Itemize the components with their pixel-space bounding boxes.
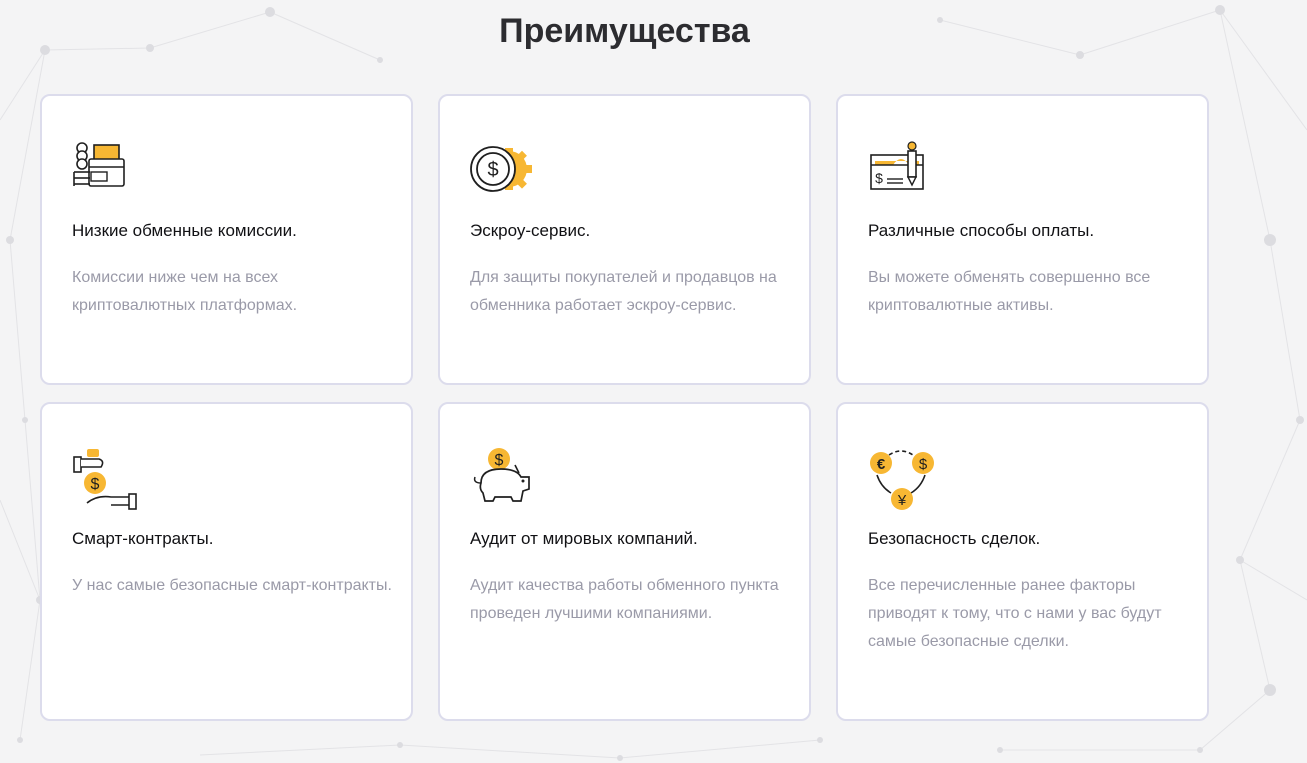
svg-text:$: $ — [487, 159, 498, 181]
piggy-bank-icon: $ — [469, 447, 537, 515]
svg-text:¥: ¥ — [897, 492, 907, 509]
currency-exchange-icon: € $ ¥ — [867, 447, 935, 515]
feature-card-payment-methods: $ Различные способы оплаты. Вы можете об… — [836, 94, 1209, 385]
card-title: Эскроу-сервис. — [470, 221, 591, 240]
card-title: Различные способы оплаты. — [868, 221, 1095, 240]
svg-text:$: $ — [919, 456, 928, 473]
feature-card-low-fees: Низкие обменные комиссии. Комиссии ниже … — [40, 94, 413, 385]
card-title: Низкие обменные комиссии. — [72, 221, 297, 240]
card-description: У нас самые безопасные смарт-контракты. — [72, 577, 392, 594]
feature-card-escrow: $ Эскроу-сервис. Для защиты покупателей … — [438, 94, 811, 385]
card-title: Безопасность сделок. — [868, 529, 1041, 548]
check-pen-icon: $ — [867, 139, 935, 207]
feature-card-deal-security: € $ ¥ Безопасность сделок. Все перечисле… — [836, 402, 1209, 721]
dollar-coin-gear-icon: $ — [469, 139, 537, 207]
card-description: Для защиты покупателей и продавцов на об… — [470, 269, 777, 314]
card-title: Аудит от мировых компаний. — [470, 529, 698, 548]
hands-coin-icon: $ — [71, 447, 139, 515]
section-title: Преимущества — [499, 12, 750, 50]
feature-card-audit: $ Аудит от мировых компаний. Аудит качес… — [438, 402, 811, 721]
card-description: Аудит качества работы обменного пункта п… — [470, 577, 779, 622]
svg-text:$: $ — [91, 476, 100, 493]
card-description: Все перечисленные ранее факторы приводят… — [868, 577, 1162, 650]
card-description: Комиссии ниже чем на всех криптовалютных… — [72, 269, 298, 314]
svg-text:$: $ — [495, 452, 504, 469]
coins-wallet-icon — [71, 139, 139, 207]
card-description: Вы можете обменять совершенно все крипто… — [868, 269, 1151, 314]
feature-card-smart-contracts: $ Смарт-контракты. У нас самые безопасны… — [40, 402, 413, 721]
card-title: Смарт-контракты. — [72, 529, 214, 548]
svg-text:$: $ — [875, 170, 883, 186]
svg-text:€: € — [877, 456, 886, 473]
